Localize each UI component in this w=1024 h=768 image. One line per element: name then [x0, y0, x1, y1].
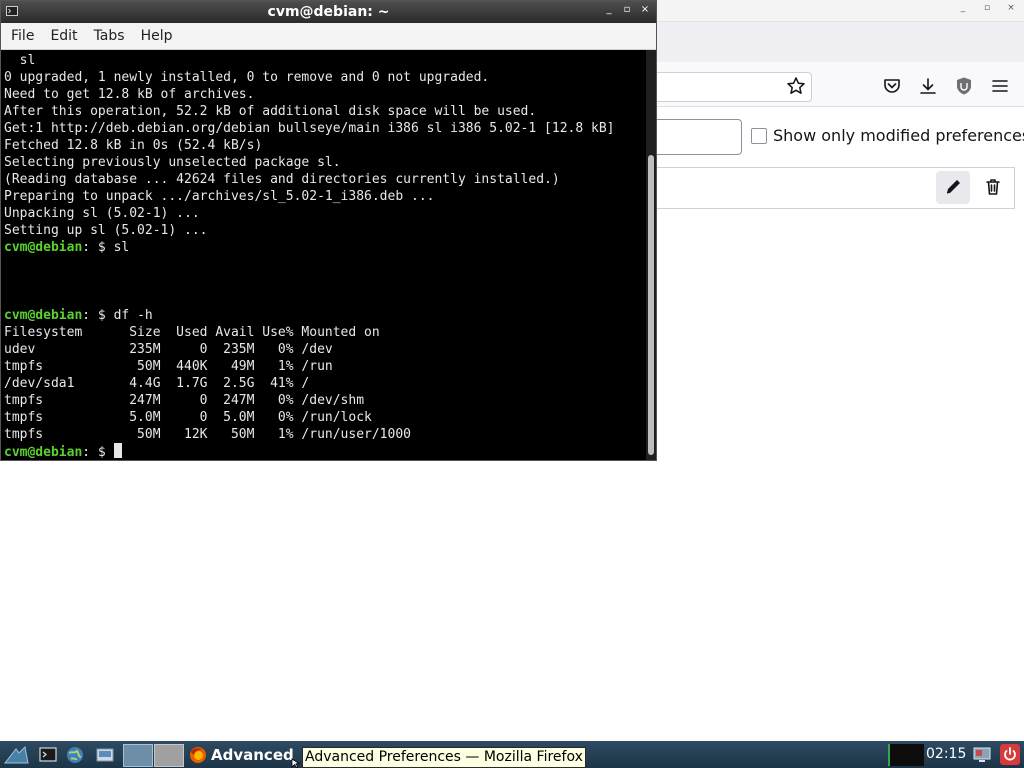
terminal-output-line: tmpfs 50M 12K 50M 1% /run/user/1000 [4, 426, 614, 443]
show-modified-toggle[interactable]: Show only modified preferences [751, 126, 1024, 145]
power-icon[interactable] [1000, 744, 1020, 765]
terminal-window: cvm@debian: ~ _ ▫ × File Edit Tabs Help … [0, 0, 657, 461]
terminal-lines: sl 0 upgraded, 1 newly installed, 0 to re… [4, 52, 614, 460]
output-text: /dev/sda1 4.4G 1.7G 2.5G 41% / [4, 376, 310, 391]
terminal-minimize-button[interactable]: _ [602, 4, 616, 15]
prompt-command: df -h [113, 308, 153, 323]
terminal-output-line: 0 upgraded, 1 newly installed, 0 to remo… [4, 69, 614, 86]
show-modified-checkbox[interactable] [751, 127, 767, 144]
prompt-user-host: cvm@debian [4, 240, 83, 255]
menu-tabs[interactable]: Tabs [86, 23, 133, 49]
mouse-pointer-icon [291, 758, 301, 768]
terminal-output-line: tmpfs 5.0M 0 5.0M 0% /run/lock [4, 409, 614, 426]
taskbar-clock[interactable]: 02:15 [926, 746, 966, 762]
output-text: tmpfs 50M 440K 49M 1% /run [4, 359, 333, 374]
download-icon[interactable] [918, 76, 938, 96]
terminal-output-line: udev 235M 0 235M 0% /dev [4, 341, 614, 358]
firefox-maximize-button[interactable]: ▫ [980, 3, 994, 13]
terminal-scroll-thumb[interactable] [648, 155, 654, 455]
firefox-icon [190, 746, 206, 763]
output-text: 0 upgraded, 1 newly installed, 0 to remo… [4, 70, 490, 85]
terminal-output-line: Selecting previously unselected package … [4, 154, 614, 171]
firefox-close-button[interactable]: × [1004, 3, 1018, 13]
terminal-prompt-line: cvm@debian: $ [4, 443, 614, 460]
output-text: Selecting previously unselected package … [4, 155, 341, 170]
terminal-output-line: Filesystem Size Used Avail Use% Mounted … [4, 324, 614, 341]
output-text: Filesystem Size Used Avail Use% Mounted … [4, 325, 380, 340]
menu-file[interactable]: File [1, 23, 42, 49]
output-text: Get:1 http://deb.debian.org/debian bulls… [4, 121, 615, 136]
prompt-command: sl [113, 240, 130, 255]
trash-icon[interactable] [982, 176, 1004, 198]
output-text: (Reading database ... 42624 files and di… [4, 172, 560, 187]
file-manager-icon[interactable] [95, 745, 115, 765]
terminal-scrollbar[interactable] [646, 50, 656, 460]
terminal-maximize-button[interactable]: ▫ [620, 4, 634, 15]
terminal-titlebar[interactable]: cvm@debian: ~ _ ▫ × [1, 1, 656, 23]
terminal-output-line: sl [4, 52, 614, 69]
workspace-2[interactable] [154, 744, 184, 767]
start-menu-icon[interactable] [3, 743, 31, 767]
terminal-output-line: Preparing to unpack .../archives/sl_5.02… [4, 188, 614, 205]
terminal-output-line: (Reading database ... 42624 files and di… [4, 171, 614, 188]
terminal-output-line: Fetched 12.8 kB in 0s (52.4 kB/s) [4, 137, 614, 154]
output-text: Preparing to unpack .../archives/sl_5.02… [4, 189, 435, 204]
terminal-prompt-line: cvm@debian: $ sl [4, 239, 614, 256]
output-text: udev 235M 0 235M 0% /dev [4, 342, 333, 357]
terminal-cursor [113, 443, 122, 458]
output-text: tmpfs 247M 0 247M 0% /dev/shm [4, 393, 365, 408]
terminal-output-line: Need to get 12.8 kB of archives. [4, 86, 614, 103]
terminal-output-line: Get:1 http://deb.debian.org/debian bulls… [4, 120, 614, 137]
taskbar-tooltip: Advanced Preferences — Mozilla Firefox [302, 747, 586, 768]
taskbar-task-label: Advanced Preferences — Mozilla Firefox [211, 745, 299, 764]
terminal-output-line: tmpfs 50M 440K 49M 1% /run [4, 358, 614, 375]
terminal-prompt-line: cvm@debian: $ df -h [4, 307, 614, 324]
bookmark-star-icon[interactable] [786, 76, 806, 96]
output-text: Unpacking sl (5.02-1) ... [4, 206, 200, 221]
prompt-symbol: : $ [82, 240, 114, 255]
prompt-symbol: : $ [82, 445, 114, 460]
menu-help[interactable]: Help [133, 23, 181, 49]
menu-edit[interactable]: Edit [42, 23, 85, 49]
terminal-output-line: Unpacking sl (5.02-1) ... [4, 205, 614, 222]
firefox-window-controls: _ ▫ × [956, 3, 1018, 13]
terminal-output-line: tmpfs 247M 0 247M 0% /dev/shm [4, 392, 614, 409]
prompt-symbol: : $ [82, 308, 114, 323]
hamburger-menu-icon[interactable] [990, 76, 1010, 96]
output-text: Fetched 12.8 kB in 0s (52.4 kB/s) [4, 138, 263, 153]
prompt-user-host: cvm@debian [4, 445, 83, 460]
terminal-output-line: Setting up sl (5.02-1) ... [4, 222, 614, 239]
output-text: tmpfs 50M 12K 50M 1% /run/user/1000 [4, 427, 411, 442]
edit-preference-button[interactable] [936, 171, 970, 204]
terminal-window-controls: _ ▫ × [602, 4, 652, 15]
show-modified-label: Show only modified preferences [773, 126, 1024, 145]
terminal-output-line: After this operation, 52.2 kB of additio… [4, 103, 614, 120]
prompt-user-host: cvm@debian [4, 308, 83, 323]
terminal-output-area[interactable]: sl 0 upgraded, 1 newly installed, 0 to re… [1, 50, 646, 460]
output-text: tmpfs 5.0M 0 5.0M 0% /run/lock [4, 410, 372, 425]
output-text: After this operation, 52.2 kB of additio… [4, 104, 537, 119]
terminal-menubar: File Edit Tabs Help [1, 23, 656, 50]
output-text: sl [4, 53, 36, 68]
system-tray [888, 744, 924, 766]
terminal-window-title: cvm@debian: ~ [267, 4, 390, 20]
pocket-icon[interactable] [882, 76, 902, 96]
display-settings-icon[interactable] [972, 745, 992, 765]
output-text: Setting up sl (5.02-1) ... [4, 223, 208, 238]
terminal-close-button[interactable]: × [638, 4, 652, 15]
firefox-minimize-button[interactable]: _ [956, 3, 970, 13]
terminal-launcher-icon[interactable] [38, 745, 58, 765]
web-browser-icon[interactable] [65, 745, 85, 765]
pencil-icon [946, 180, 960, 194]
terminal-output-line: /dev/sda1 4.4G 1.7G 2.5G 41% / [4, 375, 614, 392]
output-text: Need to get 12.8 kB of archives. [4, 87, 255, 102]
ublock-shield-icon[interactable] [954, 76, 974, 96]
taskbar-firefox-button[interactable]: Advanced Preferences — Mozilla Firefox [189, 743, 299, 766]
workspace-1[interactable] [123, 744, 153, 767]
